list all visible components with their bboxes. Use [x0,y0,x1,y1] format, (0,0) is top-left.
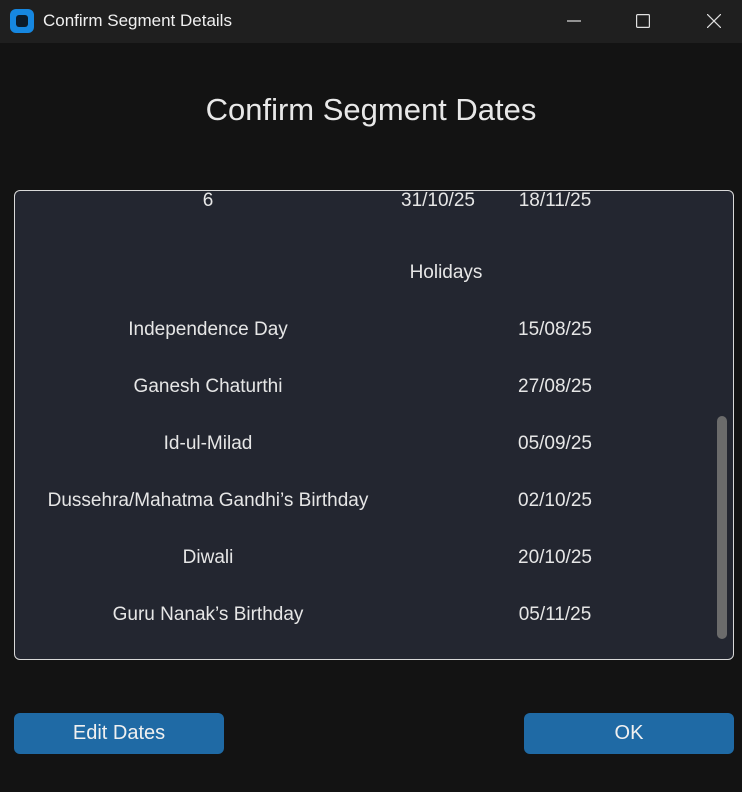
holiday-date: 20/10/25 [518,547,592,568]
holiday-date: 27/08/25 [518,376,592,397]
holiday-name: Guru Nanak’s Birthday [112,604,304,625]
holiday-name: Independence Day [128,319,288,340]
title-bar[interactable]: Confirm Segment Details [0,0,742,43]
holiday-name: Diwali [182,547,234,568]
minimize-icon [567,20,581,22]
holiday-name: Ganesh Chaturthi [133,376,283,397]
dates-scroll-panel[interactable]: 6 31/10/25 18/11/25 Holidays Independenc… [14,190,734,660]
segment-start-cell: 31/10/25 [401,190,475,211]
segment-end-cell: 18/11/25 [518,190,592,211]
app-icon [10,9,34,33]
holiday-date: 02/10/25 [518,490,592,511]
ok-button[interactable]: OK [524,713,734,754]
close-button[interactable] [691,0,737,43]
maximize-icon [636,14,650,28]
close-icon [707,14,721,28]
page-title: Confirm Segment Dates [205,92,537,127]
holiday-date: 05/11/25 [518,604,592,625]
dialog-window: Confirm Segment Details Confirm Segment … [0,0,742,792]
holidays-heading: Holidays [409,262,483,283]
holiday-name: Id-ul-Milad [163,433,253,454]
maximize-button[interactable] [620,0,666,43]
holiday-date: 15/08/25 [518,319,592,340]
holiday-name: Dussehra/Mahatma Gandhi’s Birthday [47,490,369,511]
edit-dates-button[interactable]: Edit Dates [14,713,224,754]
segment-number-cell: 6 [202,190,214,211]
minimize-button[interactable] [551,0,597,43]
holiday-date: 05/09/25 [518,433,592,454]
window-title: Confirm Segment Details [43,11,232,30]
scrollbar-thumb[interactable] [717,416,727,639]
